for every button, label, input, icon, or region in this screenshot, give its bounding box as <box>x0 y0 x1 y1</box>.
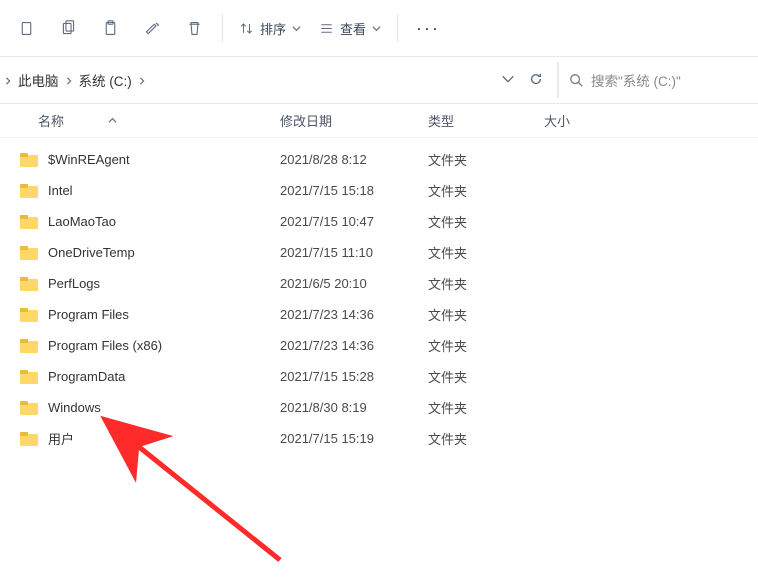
table-row[interactable]: LaoMaoTao 2021/7/15 10:47文件夹 <box>0 206 758 237</box>
file-name: ProgramData <box>48 369 125 384</box>
file-name: LaoMaoTao <box>48 214 116 229</box>
rename-button[interactable] <box>132 8 172 48</box>
file-name: $WinREAgent <box>48 152 130 167</box>
file-type: 文件夹 <box>428 150 544 169</box>
sort-label: 排序 <box>260 19 286 38</box>
file-name: Windows <box>48 400 101 415</box>
table-row[interactable]: PerfLogs 2021/6/5 20:10文件夹 <box>0 268 758 299</box>
file-type: 文件夹 <box>428 398 544 417</box>
sort-button[interactable]: 排序 <box>231 8 309 48</box>
search-icon <box>569 73 583 87</box>
file-type: 文件夹 <box>428 212 544 231</box>
folder-icon <box>20 277 38 291</box>
file-name: Program Files (x86) <box>48 338 162 353</box>
file-type: 文件夹 <box>428 305 544 324</box>
address-row: 此电脑 系统 (C:) 搜索"系统 (C:)" <box>0 56 758 104</box>
folder-icon <box>20 308 38 322</box>
folder-icon <box>20 339 38 353</box>
table-row[interactable]: Program Files 2021/7/23 14:36文件夹 <box>0 299 758 330</box>
file-list: $WinREAgent2021/8/28 8:12文件夹Intel2021/7/… <box>0 138 758 454</box>
table-row[interactable]: OneDriveTemp 2021/7/15 11:10文件夹 <box>0 237 758 268</box>
refresh-button[interactable] <box>529 72 543 89</box>
table-row[interactable]: Program Files (x86) 2021/7/23 14:36文件夹 <box>0 330 758 361</box>
folder-icon <box>20 246 38 260</box>
column-header-date[interactable]: 修改日期 <box>280 111 428 130</box>
table-row[interactable]: Windows 2021/8/30 8:19文件夹 <box>0 392 758 423</box>
column-header-row: 名称 修改日期 类型 大小 <box>0 104 758 138</box>
toolbar: 排序 查看 ··· <box>0 0 758 56</box>
file-name: 用户 <box>48 429 74 448</box>
file-date: 2021/8/28 8:12 <box>280 152 428 167</box>
search-input[interactable]: 搜索"系统 (C:)" <box>558 62 758 98</box>
file-date: 2021/7/15 10:47 <box>280 214 428 229</box>
chevron-right-icon <box>65 73 73 88</box>
file-name: Program Files <box>48 307 129 322</box>
file-date: 2021/7/15 15:18 <box>280 183 428 198</box>
file-type: 文件夹 <box>428 274 544 293</box>
more-button[interactable]: ··· <box>406 18 450 39</box>
file-date: 2021/7/15 15:19 <box>280 431 428 446</box>
view-button[interactable]: 查看 <box>311 8 389 48</box>
table-row[interactable]: 用户 2021/7/15 15:19文件夹 <box>0 423 758 454</box>
file-date: 2021/7/23 14:36 <box>280 307 428 322</box>
column-header-size[interactable]: 大小 <box>544 111 624 130</box>
file-name: Intel <box>48 183 73 198</box>
view-label: 查看 <box>340 19 366 38</box>
address-bar[interactable]: 此电脑 系统 (C:) <box>0 62 558 98</box>
toolbar-divider <box>397 14 398 42</box>
folder-icon <box>20 153 38 167</box>
breadcrumb-item[interactable]: 此电脑 <box>12 70 65 90</box>
file-type: 文件夹 <box>428 181 544 200</box>
file-date: 2021/7/15 11:10 <box>280 245 428 260</box>
file-type: 文件夹 <box>428 336 544 355</box>
chevron-right-icon <box>138 73 146 88</box>
paste-button[interactable] <box>90 8 130 48</box>
column-header-name[interactable]: 名称 <box>8 111 280 130</box>
folder-icon <box>20 370 38 384</box>
file-type: 文件夹 <box>428 367 544 386</box>
chevron-down-icon <box>292 24 301 33</box>
column-header-type[interactable]: 类型 <box>428 111 544 130</box>
file-name: OneDriveTemp <box>48 245 135 260</box>
sort-caret-icon <box>108 113 117 128</box>
table-row[interactable]: Intel 2021/7/15 15:18文件夹 <box>0 175 758 206</box>
folder-icon <box>20 184 38 198</box>
folder-icon <box>20 401 38 415</box>
cut-button[interactable] <box>6 8 46 48</box>
file-type: 文件夹 <box>428 429 544 448</box>
breadcrumb-item[interactable]: 系统 (C:) <box>73 70 138 90</box>
table-row[interactable]: ProgramData 2021/7/15 15:28文件夹 <box>0 361 758 392</box>
folder-icon <box>20 215 38 229</box>
file-type: 文件夹 <box>428 243 544 262</box>
chevron-down-icon <box>372 24 381 33</box>
folder-icon <box>20 432 38 446</box>
file-date: 2021/7/23 14:36 <box>280 338 428 353</box>
delete-button[interactable] <box>174 8 214 48</box>
search-placeholder: 搜索"系统 (C:)" <box>591 70 681 90</box>
file-date: 2021/6/5 20:10 <box>280 276 428 291</box>
file-name: PerfLogs <box>48 276 100 291</box>
copy-button[interactable] <box>48 8 88 48</box>
file-date: 2021/7/15 15:28 <box>280 369 428 384</box>
dropdown-button[interactable] <box>501 72 515 89</box>
file-date: 2021/8/30 8:19 <box>280 400 428 415</box>
chevron-right-icon <box>4 73 12 88</box>
table-row[interactable]: $WinREAgent 2021/8/28 8:12文件夹 <box>0 144 758 175</box>
toolbar-divider <box>222 14 223 42</box>
